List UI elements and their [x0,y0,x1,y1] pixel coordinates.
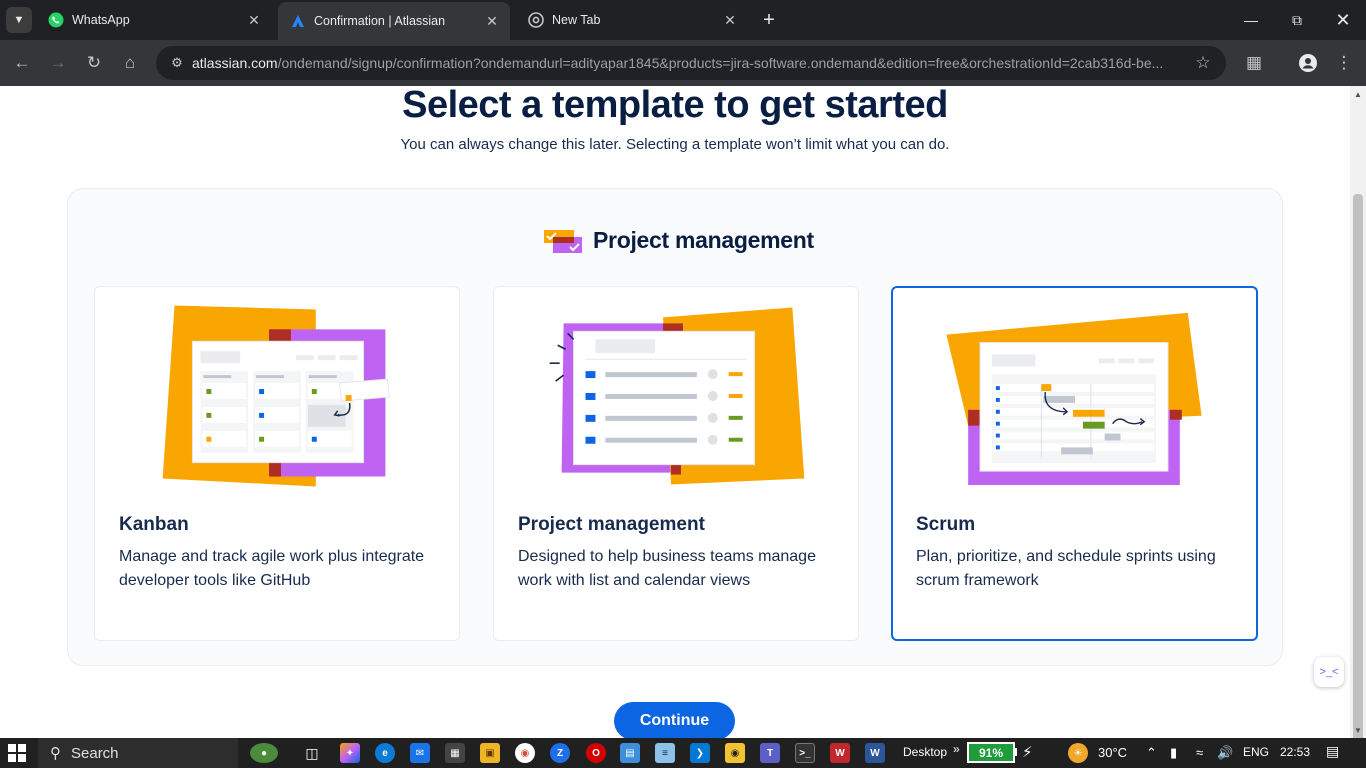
weather-temp[interactable]: 30°C [1098,745,1127,760]
help-widget-icon[interactable]: >_< [1314,657,1344,687]
scroll-down-icon[interactable]: ▼ [1350,722,1366,738]
section-header: Project management [543,227,814,254]
terminal-icon[interactable]: >_ [795,743,815,763]
notepad-icon[interactable]: ≡ [655,743,675,763]
language-indicator[interactable]: ENG [1243,745,1269,759]
chrome-icon [528,12,544,28]
close-tab-icon[interactable]: ✕ [482,11,502,31]
bookmark-star-icon[interactable]: ☆ [1188,53,1218,73]
windows-start-icon[interactable] [8,744,26,762]
chevron-icon[interactable]: » [953,742,960,756]
wps-icon[interactable]: W [830,743,850,763]
restore-icon[interactable]: ⧉ [1274,0,1320,40]
template-card-kanban[interactable]: Kanban Manage and track agile work plus … [94,286,460,641]
tab-title: Confirmation | Atlassian [314,14,446,28]
project-management-icon [543,228,583,254]
url-text[interactable]: atlassian.com/ondemand/signup/confirmati… [192,55,1188,71]
template-title: Project management [518,514,705,535]
scrum-illustration [946,312,1202,485]
battery-tray-icon[interactable]: ▮ [1170,745,1177,761]
opera-icon[interactable]: O [586,743,606,763]
mail-icon[interactable]: ✉ [410,743,430,763]
extensions-icon[interactable]: ▦ [1240,49,1268,77]
kanban-illustration [162,305,390,487]
atlassian-icon [290,13,306,29]
edge-icon[interactable]: e [375,743,395,763]
remote-desktop-icon[interactable]: ▤ [620,743,640,763]
volume-icon[interactable]: 🔊 [1217,745,1233,761]
notifications-icon[interactable]: ▤ [1326,743,1339,760]
page-content: Select a template to get started You can… [0,86,1350,738]
zoom-icon[interactable]: Z [550,743,570,763]
close-tab-icon[interactable]: ✕ [720,10,740,30]
chrome-icon[interactable]: ◉ [515,743,535,763]
address-bar[interactable]: ⚙ atlassian.com/ondemand/signup/confirma… [156,46,1226,80]
search-icon: ⚲ [50,745,61,762]
battery-tip [1014,748,1017,756]
page-title: Select a template to get started [402,86,948,126]
template-title: Scrum [916,514,976,535]
store-icon[interactable]: ▦ [445,743,465,763]
file-explorer-icon[interactable]: ▣ [480,743,500,763]
template-card-scrum[interactable]: Scrum Plan, prioritize, and schedule spr… [891,286,1258,641]
scroll-thumb[interactable] [1353,194,1363,762]
tab-new-tab[interactable]: New Tab ✕ [516,0,748,40]
template-panel: Project management Kanban Manage and tra… [67,188,1283,666]
teams-icon[interactable]: T [760,743,780,763]
widgets-icon[interactable]: ● [250,743,278,763]
continue-button[interactable]: Continue [614,702,735,738]
chevron-up-icon[interactable]: ⌃ [1146,745,1157,761]
page-scrollbar[interactable]: ▲ ▼ [1350,86,1366,762]
tab-title: WhatsApp [72,13,130,27]
close-window-icon[interactable]: ✕ [1320,0,1366,40]
back-icon[interactable]: ← [8,49,36,77]
vscode-icon[interactable]: ❯ [690,743,710,763]
template-description: Manage and track agile work plus integra… [119,548,425,589]
windows-taskbar: ⚲ Search ● ◫ ✦ e ✉ ▦ ▣ ◉ Z O ▤ ≡ ❯ ◉ T >… [0,738,1366,768]
search-label: Search [71,744,119,762]
page-subtitle: You can always change this later. Select… [400,136,950,153]
copilot-icon[interactable]: ✦ [340,743,360,763]
word-icon[interactable]: W [865,743,885,763]
close-tab-icon[interactable]: ✕ [244,10,264,30]
site-info-icon[interactable]: ⚙ [162,55,192,71]
template-description: Designed to help business teams manage w… [518,548,816,589]
chrome-menu-icon[interactable]: ⋮ [1330,49,1358,77]
section-title: Project management [593,227,814,253]
profile-icon[interactable] [1294,49,1322,77]
template-card-project-management[interactable]: Project management Designed to help busi… [493,286,859,641]
desktop-label[interactable]: Desktop [903,745,947,759]
tab-search-button[interactable]: ▼ [6,7,32,33]
reload-icon[interactable]: ↻ [80,49,108,77]
wifi-icon[interactable]: ≈ [1196,745,1203,760]
tab-whatsapp[interactable]: WhatsApp ✕ [36,0,272,40]
task-view-icon[interactable]: ◫ [302,743,322,763]
project-management-illustration [549,307,805,485]
forward-icon[interactable]: → [44,49,72,77]
weather-icon[interactable]: ☀ [1068,743,1088,763]
whatsapp-icon [48,12,64,28]
home-icon[interactable]: ⌂ [116,49,144,77]
scroll-up-icon[interactable]: ▲ [1350,86,1366,102]
tab-title: New Tab [552,13,601,27]
minimize-icon[interactable]: — [1228,0,1274,40]
template-description: Plan, prioritize, and schedule sprints u… [916,548,1216,589]
taskbar-search[interactable]: ⚲ Search [38,738,238,768]
browser-tab-strip: ▼ WhatsApp ✕ Confirmation | Atlassian ✕ … [0,0,1366,40]
plug-icon: ⚡ [1022,744,1033,761]
battery-indicator[interactable]: 91% [967,742,1015,763]
tab-confirmation-atlassian[interactable]: Confirmation | Atlassian ✕ [278,2,510,40]
clock[interactable]: 22:53 [1280,745,1310,759]
paint-icon[interactable]: ◉ [725,743,745,763]
browser-toolbar: ← → ↻ ⌂ ⚙ atlassian.com/ondemand/signup/… [0,40,1366,86]
template-title: Kanban [119,514,189,535]
new-tab-button[interactable]: + [756,7,782,33]
